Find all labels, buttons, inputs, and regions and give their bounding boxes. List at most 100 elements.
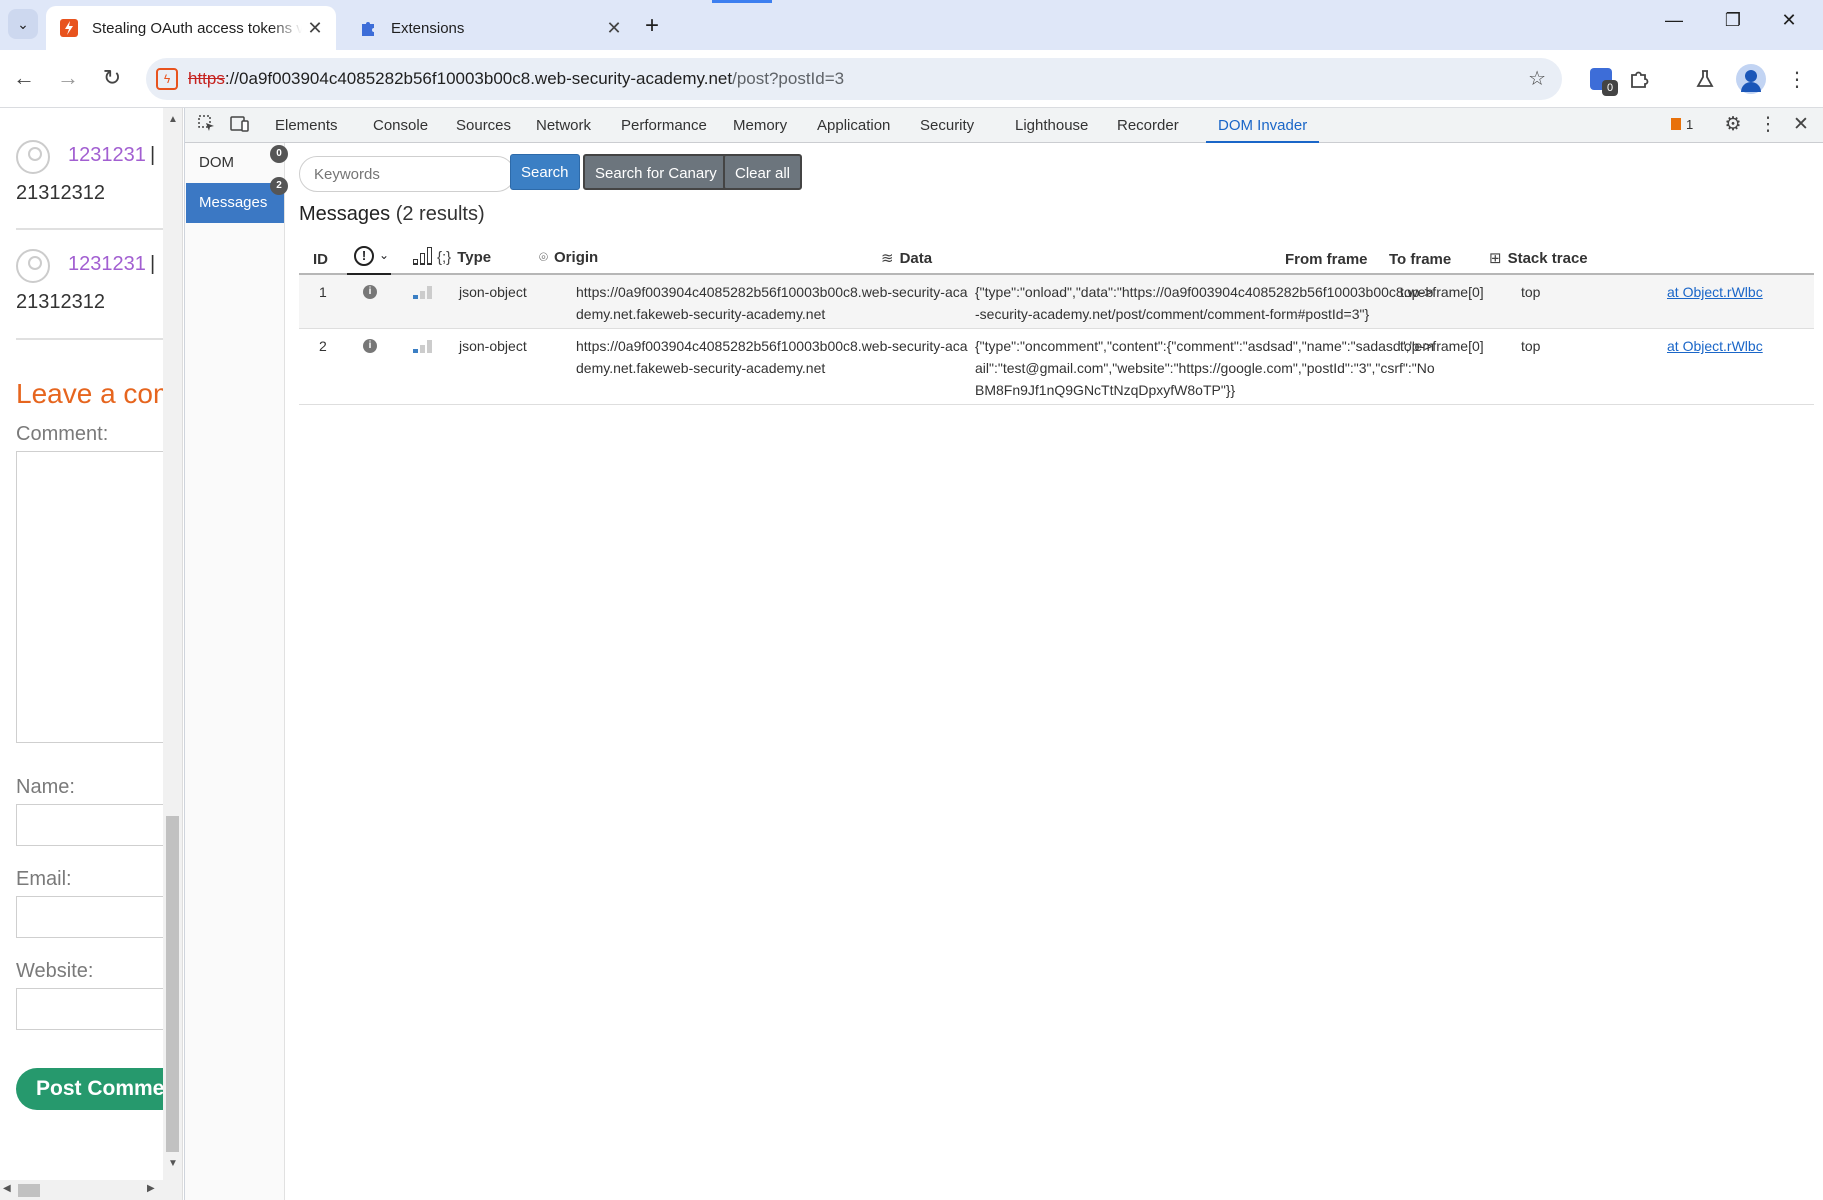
tab-security[interactable]: Security xyxy=(920,108,974,143)
search-button[interactable]: Search xyxy=(510,154,580,190)
tab-dom-invader[interactable]: DOM Invader xyxy=(1206,108,1320,143)
inspect-element-icon[interactable] xyxy=(195,115,219,138)
column-origin[interactable]: ⌾ Origin xyxy=(539,249,598,266)
close-icon[interactable]: ✕ xyxy=(302,18,328,39)
info-severity-icon: i xyxy=(363,285,377,299)
clear-all-button[interactable]: Clear all xyxy=(723,154,803,190)
chevron-down-icon: ⌄ xyxy=(379,248,390,262)
comment-separator: | xyxy=(150,144,156,166)
extension-icon[interactable]: 0 xyxy=(1588,66,1618,96)
tab-memory[interactable]: Memory xyxy=(733,108,787,143)
low-confidence-bars-icon xyxy=(413,339,435,353)
issues-counter[interactable]: 1 xyxy=(1671,117,1693,132)
puzzle-icon[interactable] xyxy=(1624,64,1654,94)
not-secure-icon[interactable]: ϟ xyxy=(156,68,178,90)
confidence-bars-icon[interactable] xyxy=(413,245,433,265)
device-toolbar-icon[interactable] xyxy=(228,115,252,138)
menu-kebab-icon[interactable]: ⋮ xyxy=(1782,64,1812,94)
labs-flask-icon[interactable] xyxy=(1690,64,1720,94)
comment-entry: 1231231 | 21312312 xyxy=(16,249,163,319)
row-origin: https://0a9f003904c4085282b56f10003b00c8… xyxy=(576,338,968,376)
scroll-left-arrow-icon[interactable]: ◀ xyxy=(3,1183,11,1194)
scroll-right-arrow-icon[interactable]: ▶ xyxy=(147,1183,155,1194)
column-to-frame[interactable]: To frame xyxy=(1389,251,1451,268)
close-window-icon[interactable]: ✕ xyxy=(1774,10,1804,31)
email-field[interactable] xyxy=(16,896,163,938)
tab-search-button[interactable]: ⌄ xyxy=(8,9,38,39)
tab-recorder[interactable]: Recorder xyxy=(1117,108,1179,143)
comment-body: 21312312 xyxy=(16,291,105,313)
scroll-thumb[interactable] xyxy=(166,816,179,1152)
comment-separator: | xyxy=(150,253,156,275)
back-icon[interactable]: ← xyxy=(10,65,38,91)
reload-icon[interactable]: ↻ xyxy=(98,65,126,91)
results-count: (2 results) xyxy=(395,203,485,225)
tab-performance[interactable]: Performance xyxy=(621,108,707,143)
tab-network[interactable]: Network xyxy=(536,108,591,143)
comment-author: 1231231 xyxy=(68,253,146,275)
tab-console[interactable]: Console xyxy=(373,108,428,143)
column-id[interactable]: ID xyxy=(313,251,328,268)
tab-elements[interactable]: Elements xyxy=(275,108,338,143)
search-for-canary-button[interactable]: Search for Canary xyxy=(583,154,729,190)
column-data[interactable]: ≋ Data xyxy=(881,249,932,267)
row-data: {"type":"onload","data":"https://0a9f003… xyxy=(975,284,1434,322)
nav-dom[interactable]: DOM 0 xyxy=(186,143,288,183)
location-pin-icon: ⌾ xyxy=(539,249,549,266)
divider xyxy=(16,338,163,340)
nav-messages[interactable]: Messages 2 xyxy=(186,177,288,223)
close-devtools-icon[interactable]: ✕ xyxy=(1789,113,1813,136)
stack-trace-icon: ⊞ xyxy=(1489,250,1502,267)
url-text[interactable]: https://0a9f003904c4085282b56f10003b00c8… xyxy=(188,69,844,89)
forward-icon[interactable]: → xyxy=(54,65,82,91)
new-tab-button[interactable]: + xyxy=(645,12,659,40)
table-row[interactable]: 2 i json-object https://0a9f003904c40852… xyxy=(299,329,1814,405)
bookmark-star-icon[interactable]: ☆ xyxy=(1528,66,1546,91)
comment-label: Comment: xyxy=(16,423,109,445)
tab-indicator xyxy=(712,0,772,3)
page-horizontal-scrollbar[interactable]: ◀ ▶ xyxy=(0,1180,163,1200)
name-field[interactable] xyxy=(16,804,163,846)
row-origin: https://0a9f003904c4085282b56f10003b00c8… xyxy=(576,284,968,322)
table-row[interactable]: 1 i json-object https://0a9f003904c40852… xyxy=(299,275,1814,329)
column-type[interactable]: {;} Type xyxy=(437,249,491,266)
lightning-icon xyxy=(58,17,80,39)
settings-gear-icon[interactable]: ⚙ xyxy=(1721,113,1745,136)
tab-lighthouse[interactable]: Lighthouse xyxy=(1015,108,1088,143)
post-comment-button[interactable]: Post Comment xyxy=(16,1068,163,1110)
dom-invader-sidebar: DOM 0 Messages 2 xyxy=(185,143,288,1200)
tab-sources[interactable]: Sources xyxy=(456,108,511,143)
keywords-search-input[interactable] xyxy=(299,156,515,192)
scroll-thumb[interactable] xyxy=(18,1184,40,1197)
comment-textarea[interactable] xyxy=(16,451,163,743)
scroll-down-arrow-icon[interactable]: ▼ xyxy=(168,1158,178,1169)
website-field[interactable] xyxy=(16,988,163,1030)
minimize-icon[interactable]: — xyxy=(1659,10,1689,31)
column-from-frame[interactable]: From frame xyxy=(1285,251,1368,268)
more-options-icon[interactable]: ⋮ xyxy=(1756,113,1780,136)
user-avatar-icon xyxy=(16,140,50,174)
row-stack-trace-link[interactable]: at Object.rWlbc xyxy=(1667,281,1807,303)
page-vertical-scrollbar[interactable]: ▲ ▼ xyxy=(163,108,183,1200)
row-id: 1 xyxy=(319,284,327,300)
severity-sort-header[interactable]: ! ⌄ xyxy=(347,241,391,275)
profile-avatar[interactable] xyxy=(1736,64,1766,94)
row-data: {"type":"oncomment","content":{"comment"… xyxy=(975,338,1435,398)
tab-extensions[interactable]: Extensions ✕ xyxy=(345,6,635,50)
messages-heading: Messages (2 results) xyxy=(299,203,485,225)
scroll-up-arrow-icon[interactable]: ▲ xyxy=(168,114,178,125)
row-to-frame: top xyxy=(1521,284,1541,300)
row-type: json-object xyxy=(459,338,527,354)
tab-application[interactable]: Application xyxy=(817,108,890,143)
tab-active[interactable]: Stealing OAuth access tokens via ✕ xyxy=(46,6,336,50)
column-stack-trace[interactable]: ⊞ Stack trace xyxy=(1489,249,1588,267)
close-icon[interactable]: ✕ xyxy=(601,18,627,39)
restore-icon[interactable]: ❐ xyxy=(1718,10,1748,31)
tab-title: Extensions xyxy=(391,19,465,37)
row-stack-trace-link[interactable]: at Object.rWlbc xyxy=(1667,335,1807,357)
row-to-frame: top xyxy=(1521,338,1541,354)
browser-toolbar: ← → ↻ ϟ https://0a9f003904c4085282b56f10… xyxy=(0,50,1823,108)
comment-author: 1231231 xyxy=(68,144,146,166)
puzzle-icon xyxy=(357,17,379,39)
address-bar[interactable]: ϟ https://0a9f003904c4085282b56f10003b00… xyxy=(146,58,1562,100)
